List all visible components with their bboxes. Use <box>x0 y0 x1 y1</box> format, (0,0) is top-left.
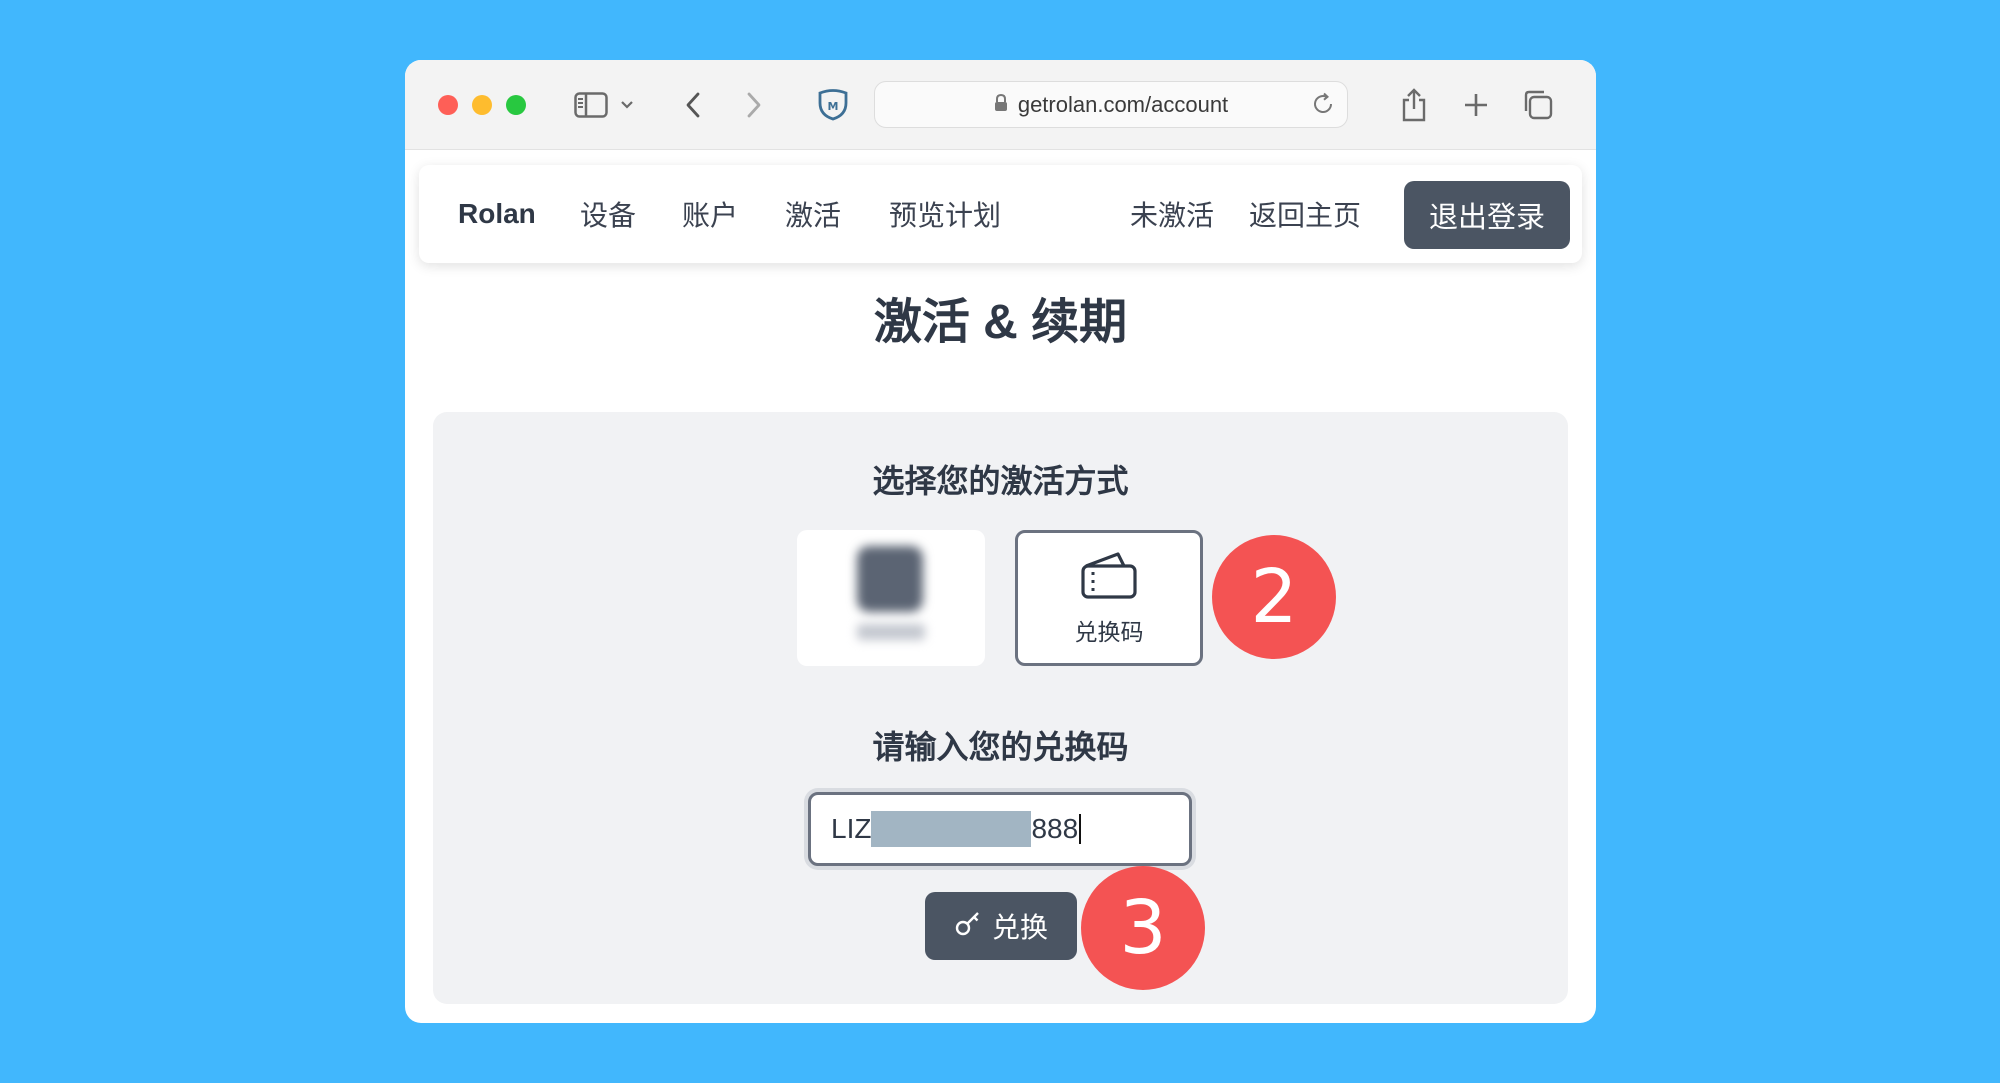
method-card-blurred[interactable] <box>797 530 985 666</box>
forward-icon[interactable] <box>734 85 774 125</box>
nav-item-preview-plan[interactable]: 预览计划 <box>889 165 1001 263</box>
wallet-icon <box>1080 550 1138 605</box>
method-heading: 选择您的激活方式 <box>872 463 1129 499</box>
site-navbar: Rolan 设备 账户 激活 预览计划 未激活 返回主页 退出登录 <box>419 165 1582 263</box>
brand-logo[interactable]: Rolan <box>458 165 536 263</box>
svg-text:M: M <box>828 100 839 113</box>
sidebar-toggle-icon[interactable] <box>571 85 611 125</box>
zoom-window-button[interactable] <box>506 95 526 115</box>
nav-item-devices[interactable]: 设备 <box>580 165 636 263</box>
page-title: 激活 & 续期 <box>873 296 1128 349</box>
browser-toolbar: M getrolan.com/account <box>405 60 1596 150</box>
address-bar[interactable]: getrolan.com/account <box>874 81 1348 128</box>
nav-item-home[interactable]: 返回主页 <box>1249 165 1361 263</box>
code-heading: 请输入您的兑换码 <box>872 729 1129 765</box>
close-window-button[interactable] <box>438 95 458 115</box>
method-card-redeem-code[interactable]: 兑换码 <box>1015 530 1203 666</box>
reload-icon[interactable] <box>1311 92 1335 122</box>
key-icon <box>954 909 982 944</box>
code-prefix: LIZ <box>831 813 872 844</box>
privacy-shield-icon[interactable]: M <box>813 85 853 125</box>
nav-item-activate[interactable]: 激活 <box>785 165 841 263</box>
logout-button[interactable]: 退出登录 <box>1404 181 1570 249</box>
browser-window: M getrolan.com/account Rolan 设备 账户 激活 预览… <box>405 60 1596 1023</box>
back-icon[interactable] <box>673 85 713 125</box>
redeem-button[interactable]: 兑换 <box>925 892 1077 960</box>
activation-status: 未激活 <box>1130 200 1215 231</box>
blurred-method-icon <box>857 546 923 612</box>
tabs-overview-icon[interactable] <box>1518 85 1558 125</box>
nav-item-account[interactable]: 账户 <box>682 165 738 263</box>
step-badge-3: 3 <box>1081 866 1205 990</box>
text-caret <box>1079 814 1082 844</box>
method-label-redeem-code: 兑换码 <box>1074 618 1144 645</box>
share-icon[interactable] <box>1394 85 1434 125</box>
step-badge-2: 2 <box>1212 535 1336 659</box>
redeem-label: 兑换 <box>991 912 1048 943</box>
minimize-window-button[interactable] <box>472 95 492 115</box>
redeem-code-input[interactable]: LIZ 888 <box>808 792 1192 866</box>
chevron-down-icon[interactable] <box>615 85 639 125</box>
blurred-method-label <box>857 624 925 640</box>
url-text: getrolan.com/account <box>1017 91 1229 117</box>
new-tab-plus-icon[interactable] <box>1456 85 1496 125</box>
redacted-code-segment <box>871 811 1032 847</box>
code-suffix: 888 <box>1031 813 1079 844</box>
activation-panel: 选择您的激活方式 兑换码 请输入您的兑换码 LIZ 888 兑换 <box>433 412 1568 1004</box>
lock-icon <box>994 92 1008 118</box>
